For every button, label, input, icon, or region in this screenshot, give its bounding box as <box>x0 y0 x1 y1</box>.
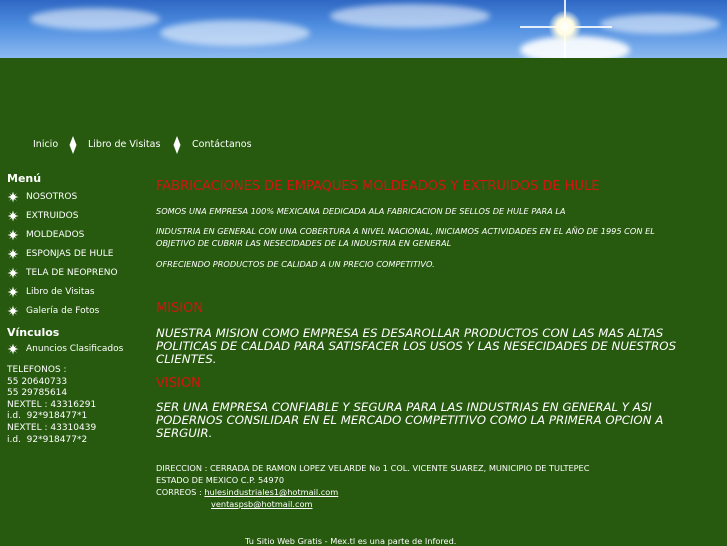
sidebar: Menú NOSOTROS EXTRUIDOS MOLDEADOS ESPONJ… <box>7 172 147 355</box>
vision-text: SER UNA EMPRESA CONFIABLE Y SEGURA PARA … <box>156 400 664 441</box>
contact-line: i.d. 92*918477*1 <box>7 411 88 422</box>
vision-heading: VISION <box>156 376 201 391</box>
sidebar-item-galeria-de-fotos[interactable]: Galería de Fotos <box>7 303 99 319</box>
sidebar-item-libro-de-visitas[interactable]: Libro de Visitas <box>7 284 95 300</box>
email-link[interactable]: hulesindustriales1@hotmail.com <box>204 487 338 497</box>
flower-bullet-icon <box>7 191 19 203</box>
menu-heading: Menú <box>7 172 42 185</box>
sidebar-item-label: Galería de Fotos <box>26 306 100 316</box>
mision-text: NUESTRA MISION COMO EMPRESA ES DESAROLLA… <box>156 326 677 367</box>
email-link[interactable]: ventaspsb@hotmail.com <box>211 499 312 509</box>
sidebar-item-label: TELA DE NEOPRENO <box>26 268 118 278</box>
sidebar-item-esponjas-de-hule[interactable]: ESPONJAS DE HULE <box>7 246 113 262</box>
links-heading: Vínculos <box>7 326 60 339</box>
contact-line: NEXTEL : 43310439 <box>7 422 97 433</box>
sidebar-item-extruidos[interactable]: EXTRUIDOS <box>7 208 78 224</box>
diamond-separator-icon <box>173 136 181 154</box>
flower-bullet-icon <box>7 343 19 355</box>
flower-bullet-icon <box>7 267 19 279</box>
mision-heading: MISION <box>156 301 204 316</box>
flower-bullet-icon <box>7 210 19 222</box>
flower-bullet-icon <box>7 248 19 260</box>
diamond-separator-icon <box>69 136 77 154</box>
sidebar-item-label: MOLDEADOS <box>26 230 85 240</box>
sidebar-item-nosotros[interactable]: NOSOTROS <box>7 189 77 205</box>
contact-line: NEXTEL : 43316291 <box>7 399 97 410</box>
flower-bullet-icon <box>7 305 19 317</box>
contact-line: 55 29785614 <box>7 388 68 399</box>
sidebar-item-moldeados[interactable]: MOLDEADOS <box>7 227 84 243</box>
sun-icon <box>548 10 582 44</box>
sidebar-item-label: Anuncios Clasificados <box>26 344 124 354</box>
intro-paragraph: SOMOS UNA EMPRESA 100% MEXICANA DEDICADA… <box>156 206 566 216</box>
intro-paragraph: OFRECIENDO PRODUCTOS DE CALIDAD A UN PRE… <box>156 259 435 269</box>
address-line: DIRECCION : CERRADA DE RAMON LOPEZ VELAR… <box>156 463 590 473</box>
nav-link-inicio[interactable]: Inicio <box>33 139 58 150</box>
sidebar-item-label: NOSOTROS <box>26 192 78 202</box>
contact-line: i.d. 92*918477*2 <box>7 434 88 445</box>
sidebar-item-label: EXTRUIDOS <box>26 211 79 221</box>
flower-bullet-icon <box>7 286 19 298</box>
sidebar-item-label: ESPONJAS DE HULE <box>26 249 114 259</box>
top-navigation: Inicio Libro de Visitas Contáctanos <box>0 136 727 154</box>
correos-label: CORREOS : <box>156 487 205 497</box>
sidebar-item-anuncios-clasificados[interactable]: Anuncios Clasificados <box>7 341 123 357</box>
address-line: ESTADO DE MEXICO C.P. 54970 <box>156 475 285 485</box>
flower-bullet-icon <box>7 229 19 241</box>
page-title: FABRICACIONES DE EMPAQUES MOLDEADOS Y EX… <box>156 179 600 194</box>
nav-link-contactanos[interactable]: Contáctanos <box>192 139 252 150</box>
contact-info: TELEFONOS :55 20640733 55 29785614 NEXTEL … <box>7 365 96 446</box>
nav-link-libro-de-visitas[interactable]: Libro de Visitas <box>88 139 160 150</box>
sky-banner <box>0 0 727 58</box>
contact-line: 55 20640733 <box>7 376 68 387</box>
intro-paragraph: INDUSTRIA EN GENERAL CON UNA COBERTURA A… <box>156 226 655 248</box>
sidebar-item-label: Libro de Visitas <box>26 287 95 297</box>
contact-line: TELEFONOS : <box>7 365 67 375</box>
address-block: DIRECCION : CERRADA DE RAMON LOPEZ VELAR… <box>156 462 589 510</box>
sidebar-item-tela-de-neopreno[interactable]: TELA DE NEOPRENO <box>7 265 118 281</box>
